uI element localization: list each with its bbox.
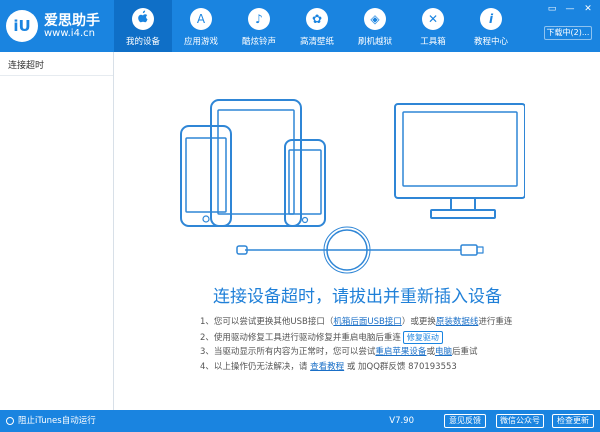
top-bar: iU 爱思助手 www.i4.cn 我的设备 A 应用游戏 ♪ 酷炫铃声 ✿ 高… [0,0,600,52]
logo-mark-icon: iU [6,10,38,42]
nav-label: 高清壁纸 [299,37,334,47]
flower-icon: ✿ [306,8,328,30]
sidebar-item-connection-timeout[interactable]: 连接超时 [0,56,113,76]
logo-name: 爱思助手 [44,13,100,29]
nav-label: 教程中心 [473,37,508,47]
nav-flash-jailbreak[interactable]: ◈ 刷机越狱 [346,0,404,52]
nav-my-device[interactable]: 我的设备 [114,0,172,52]
help-tips: 1、您可以尝试更换其他USB接口（机箱后面USB接口）或更换原装数据线进行重连 … [200,316,560,376]
bell-icon: ♪ [248,8,270,30]
wechat-button[interactable]: 微信公众号 [496,414,544,428]
sidebar: 连接超时 [0,52,114,410]
tip-4: 4、以上操作仍无法解决，请 查看教程 或 加QQ群反馈 870193553 [200,362,457,372]
rear-usb-link[interactable]: 机箱后面USB接口 [333,317,401,327]
apple-icon [132,8,154,30]
nav-wallpapers[interactable]: ✿ 高清壁纸 [288,0,346,52]
main-panel: 连接设备超时，请拔出并重新插入设备 1、您可以尝试更换其他USB接口（机箱后面U… [115,52,600,410]
version-label: V7.90 [389,416,414,426]
radio-icon [6,416,14,425]
status-bar: 阻止iTunes自动运行 V7.90 意见反馈 微信公众号 检查更新 [0,410,600,432]
tip-1: 1、您可以尝试更换其他USB接口（机箱后面USB接口）或更换原装数据线进行重连 [200,317,513,327]
phone-large-icon [180,125,232,227]
nav-label: 酷炫铃声 [241,37,276,47]
page-title: 连接设备超时，请拔出并重新插入设备 [213,287,502,307]
main-nav: 我的设备 A 应用游戏 ♪ 酷炫铃声 ✿ 高清壁纸 ◈ 刷机越狱 ✕ 工具箱 i… [114,0,520,52]
info-icon: i [480,8,502,30]
window-controls: ▭ — ✕ [544,3,596,15]
logo-url: www.i4.cn [44,28,95,39]
minimize-icon[interactable]: — [562,3,578,15]
feedback-button[interactable]: 意见反馈 [444,414,486,428]
nav-apps-games[interactable]: A 应用游戏 [172,0,230,52]
check-update-button[interactable]: 检查更新 [552,414,594,428]
nav-label: 应用游戏 [183,37,218,47]
nav-label: 我的设备 [125,37,160,47]
nav-tutorials[interactable]: i 教程中心 [462,0,520,52]
devices-illustration [180,99,525,274]
tools-icon: ✕ [422,8,444,30]
original-cable-link[interactable]: 原装数据线 [436,317,479,327]
restart-computer-link[interactable]: 电脑 [435,347,452,357]
appstore-icon: A [190,8,212,30]
nav-ringtones[interactable]: ♪ 酷炫铃声 [230,0,288,52]
phone-small-icon [284,139,326,227]
nav-label: 工具箱 [420,37,446,47]
restart-device-link[interactable]: 重启苹果设备 [375,347,426,357]
nav-toolbox[interactable]: ✕ 工具箱 [404,0,462,52]
repair-driver-button[interactable]: 修复驱动 [402,331,443,344]
itunes-toggle[interactable]: 阻止iTunes自动运行 [6,414,96,428]
download-button[interactable]: 下载中(2)... [544,26,592,40]
dropbox-icon: ◈ [364,8,386,30]
tip-3: 3、当驱动显示所有内容为正常时，您可以尝试重启苹果设备或电脑后重试 [200,347,478,357]
menu-icon[interactable]: ▭ [544,3,560,15]
monitor-icon [394,103,525,199]
tablet-icon [210,99,302,227]
nav-label: 刷机越狱 [357,37,392,47]
close-icon[interactable]: ✕ [580,3,596,15]
tip-2: 2、使用驱动修复工具进行驱动修复并重启电脑后重连 修复驱动 [200,331,560,346]
view-tutorial-link[interactable]: 查看教程 [310,362,344,372]
